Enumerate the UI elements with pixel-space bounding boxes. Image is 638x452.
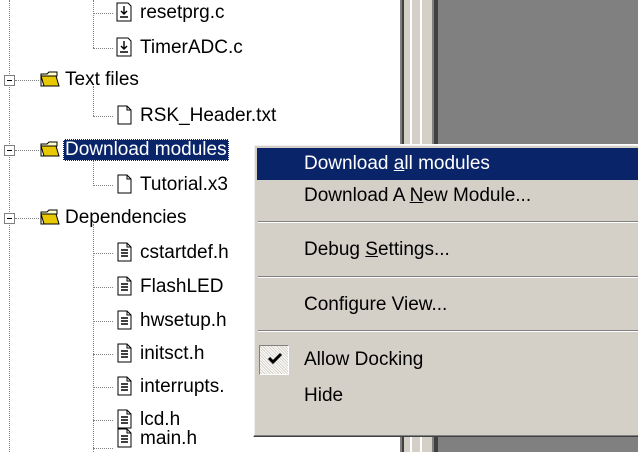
text-file-icon [114,174,134,194]
header-file-icon [114,242,134,262]
tree-connector [15,80,39,81]
menu-item-debug-settings[interactable]: Debug Settings... [257,234,638,266]
collapse-toggle-icon[interactable] [4,75,15,86]
tree-item-label[interactable]: FlashLED [140,276,223,298]
tree-connector [93,321,113,322]
tree-connector [93,13,113,14]
menu-item-hide[interactable]: Hide [257,380,638,412]
menu-item-configure-view[interactable]: Configure View... [257,289,638,321]
tree-connector [93,354,113,355]
tree-connector [15,150,39,151]
tree-connector [93,420,113,421]
text-file-icon [114,105,134,125]
tree-item-label[interactable]: TimerADC.c [140,37,243,59]
menu-separator [258,276,638,278]
folder-open-icon [40,139,60,159]
header-file-icon [114,343,134,363]
tree-item-label[interactable]: interrupts. [140,376,224,398]
header-file-icon [114,376,134,396]
tree-item-label[interactable]: Tutorial.x3 [140,174,228,196]
menu-separator [258,330,638,332]
menu-item-label: Configure View... [304,294,448,315]
header-file-icon [114,409,134,429]
tree-item-label[interactable]: resetprg.c [140,2,224,24]
menu-item-label: Allow Docking [304,349,424,370]
tree-connector [93,185,113,186]
tree-guide-line [93,224,94,452]
menu-item-download-all-modules[interactable]: Download all modules [257,148,638,180]
menu-separator [258,221,638,223]
header-file-icon [114,310,134,330]
tree-connector [93,387,113,388]
folder-open-icon [40,69,60,89]
tree-item-label[interactable]: hwsetup.h [140,310,227,332]
context-menu: Download all modules Download A New Modu… [253,144,638,437]
tree-item-label[interactable]: Text files [65,69,139,91]
tree-connector [93,287,113,288]
menu-item-label: Download A New Module... [304,185,532,206]
c-source-file-icon [114,37,134,57]
tree-connector [93,448,113,449]
tree-item-label[interactable]: RSK_Header.txt [140,105,276,127]
folder-open-icon [40,207,60,227]
menu-item-label: Hide [304,385,344,406]
tree-item-label[interactable]: main.h [140,428,197,450]
tree-item-label[interactable]: cstartdef.h [140,242,229,264]
tree-connector [93,253,113,254]
menu-item-download-new-module[interactable]: Download A New Module... [257,180,638,212]
tree-guide-line [9,0,10,452]
header-file-icon [114,276,134,296]
c-source-file-icon [114,2,134,22]
menu-item-label: Debug Settings... [304,239,450,260]
menu-item-label: Download all modules [304,153,490,174]
menu-item-allow-docking[interactable]: Allow Docking [257,344,638,376]
tree-item-label[interactable]: Dependencies [65,207,186,229]
collapse-toggle-icon[interactable] [4,145,15,156]
tree-item-label[interactable]: initsct.h [140,343,204,365]
tree-guide-line [93,0,94,48]
tree-item-label-selected[interactable]: Download modules [63,139,229,161]
tree-connector [93,48,113,49]
tree-connector [15,218,39,219]
tree-connector [93,116,113,117]
collapse-toggle-icon[interactable] [4,213,15,224]
header-file-icon [114,428,134,448]
